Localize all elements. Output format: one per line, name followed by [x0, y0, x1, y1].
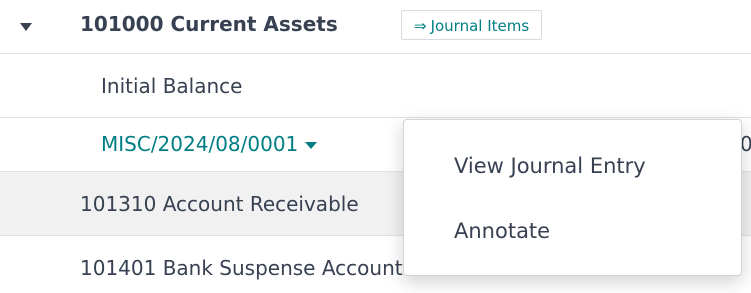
- move-actions-dropdown: View Journal Entry Annotate: [403, 119, 742, 276]
- account-name-receivable: 101310 Account Receivable: [80, 192, 359, 216]
- caret-down-icon: [305, 142, 318, 149]
- account-group-row[interactable]: 101000 Current Assets ⇒ Journal Items: [0, 0, 751, 54]
- account-group-title: 101000 Current Assets: [80, 12, 338, 36]
- general-ledger-report: 101000 Current Assets ⇒ Journal Items Ini…: [0, 0, 751, 293]
- annotate-item[interactable]: Annotate: [404, 204, 741, 258]
- move-reference-link[interactable]: MISC/2024/08/0001: [101, 132, 318, 156]
- arrow-right-icon: ⇒: [414, 17, 427, 35]
- journal-items-button[interactable]: ⇒ Journal Items: [401, 10, 543, 40]
- initial-balance-label: Initial Balance: [101, 74, 243, 98]
- move-reference-label: MISC/2024/08/0001: [101, 132, 299, 156]
- initial-balance-row: Initial Balance: [0, 54, 751, 118]
- view-journal-entry-item[interactable]: View Journal Entry: [404, 139, 741, 193]
- account-name-bank-suspense: 101401 Bank Suspense Account: [80, 256, 403, 280]
- caret-down-icon[interactable]: [18, 20, 34, 34]
- journal-items-label: Journal Items: [430, 17, 530, 35]
